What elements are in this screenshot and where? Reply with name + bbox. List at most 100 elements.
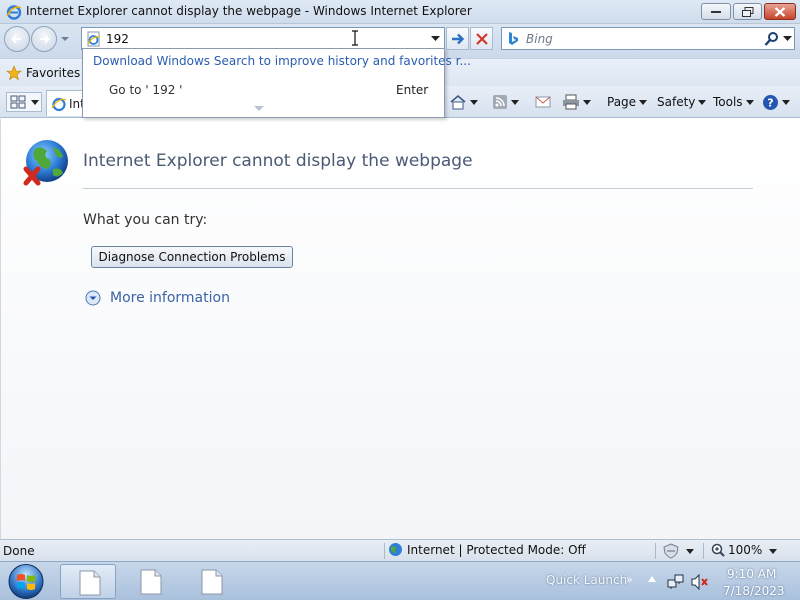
windows-start-orb-icon[interactable] xyxy=(6,563,46,600)
address-input-text[interactable]: 192 xyxy=(106,32,129,46)
home-button[interactable] xyxy=(449,93,478,111)
title-divider xyxy=(83,188,753,189)
privacy-dropdown-icon[interactable] xyxy=(686,549,694,554)
security-zone[interactable]: Internet | Protected Mode: Off xyxy=(388,542,586,557)
home-dropdown-icon[interactable] xyxy=(470,99,478,105)
window-title: Internet Explorer cannot display the web… xyxy=(26,4,472,18)
stop-x-icon xyxy=(476,33,488,45)
internet-zone-globe-icon xyxy=(389,543,402,556)
try-label: What you can try: xyxy=(83,212,208,228)
search-dropdown-icon[interactable] xyxy=(783,36,792,42)
zoom-control[interactable]: 100% xyxy=(711,543,762,557)
quick-tabs-button[interactable] xyxy=(6,92,42,112)
search-magnifier-icon[interactable] xyxy=(764,31,780,47)
safety-dropdown-icon xyxy=(698,99,707,105)
taskbar-item[interactable] xyxy=(183,564,239,599)
page-icon xyxy=(87,31,101,47)
taskbar-item[interactable] xyxy=(122,564,178,599)
zoom-dropdown-icon[interactable] xyxy=(769,549,777,554)
address-dropdown-icon[interactable] xyxy=(431,36,440,42)
globe-error-icon xyxy=(23,140,68,186)
recent-pages-dropdown-icon[interactable] xyxy=(60,34,70,44)
diagnose-connection-button[interactable]: Diagnose Connection Problems xyxy=(91,246,293,268)
more-information-label: More information xyxy=(110,290,230,306)
blank-document-icon xyxy=(140,569,162,595)
status-text: Done xyxy=(3,544,35,558)
print-button[interactable] xyxy=(562,93,591,111)
status-separator xyxy=(655,543,656,559)
quick-launch-chevron[interactable]: » xyxy=(626,573,633,586)
minimize-icon xyxy=(711,10,721,13)
page-content: Internet Explorer cannot display the web… xyxy=(0,119,800,541)
help-button[interactable]: ? xyxy=(762,93,790,111)
clock-date[interactable]: 7/18/2023 xyxy=(723,584,785,598)
expand-chevron-icon xyxy=(85,290,101,306)
page-dropdown-icon xyxy=(639,99,648,105)
maximize-icon xyxy=(741,6,753,17)
safety-menu[interactable]: Safety xyxy=(657,93,707,111)
browser-tab[interactable]: Int xyxy=(46,90,86,116)
quick-launch-toolbar[interactable]: Quick Launch xyxy=(546,573,627,587)
goto-suggestion[interactable]: Go to ' 192 ' xyxy=(109,83,182,97)
address-autocomplete: Download Windows Search to improve histo… xyxy=(82,48,471,118)
help-icon: ? xyxy=(763,94,778,110)
enter-hint: Enter xyxy=(396,83,429,97)
stop-button[interactable] xyxy=(470,27,493,50)
windows-search-suggestion[interactable]: Download Windows Search to improve histo… xyxy=(93,54,471,68)
favorites-button[interactable]: Favorites xyxy=(6,63,80,83)
print-icon xyxy=(563,94,579,110)
svg-text:?: ? xyxy=(767,96,773,109)
safety-menu-label: Safety xyxy=(657,95,696,109)
address-bar[interactable]: 192 xyxy=(81,27,445,50)
back-button[interactable] xyxy=(4,26,30,52)
minimize-button[interactable] xyxy=(701,3,731,20)
close-icon xyxy=(774,6,786,17)
zoom-magnifier-icon xyxy=(711,543,725,557)
network-icon[interactable] xyxy=(667,574,685,590)
page-menu[interactable]: Page xyxy=(607,93,648,111)
zone-label: Internet | Protected Mode: Off xyxy=(407,542,586,557)
search-placeholder[interactable]: Bing xyxy=(526,32,553,46)
more-information-link[interactable]: More information xyxy=(85,290,230,306)
quick-tabs-icon xyxy=(10,95,39,109)
back-arrow-icon xyxy=(11,34,21,44)
ie-page-icon xyxy=(51,97,67,112)
privacy-shield-icon[interactable] xyxy=(662,543,680,559)
error-title: Internet Explorer cannot display the web… xyxy=(83,151,473,171)
favorites-star-icon xyxy=(6,65,22,81)
status-bar: Done Internet | Protected Mode: Off 100% xyxy=(0,539,800,561)
clock-time[interactable]: 9:10 AM xyxy=(727,567,776,581)
ie-logo-icon xyxy=(6,5,22,20)
taskbar: Quick Launch » 9:10 AM 7/18/2023 xyxy=(0,561,800,600)
zoom-level: 100% xyxy=(728,543,763,557)
favorites-label: Favorites xyxy=(26,66,81,80)
show-hidden-icons-icon[interactable] xyxy=(648,576,656,582)
go-arrow-icon xyxy=(452,33,465,45)
status-separator xyxy=(703,543,704,559)
print-dropdown-icon[interactable] xyxy=(583,99,591,105)
forward-button[interactable] xyxy=(31,26,57,52)
close-button[interactable] xyxy=(764,3,796,20)
feeds-dropdown-icon[interactable] xyxy=(511,99,519,105)
status-separator xyxy=(384,543,385,559)
blank-document-icon xyxy=(79,570,101,596)
read-mail-button[interactable] xyxy=(535,93,551,111)
rss-feed-icon xyxy=(493,95,507,109)
maximize-button[interactable] xyxy=(733,3,762,20)
title-bar: Internet Explorer cannot display the web… xyxy=(0,0,800,24)
forward-arrow-icon xyxy=(40,34,50,44)
tools-menu[interactable]: Tools xyxy=(713,93,754,111)
search-box[interactable]: Bing xyxy=(501,27,795,50)
volume-muted-icon[interactable] xyxy=(691,574,709,590)
help-dropdown-icon[interactable] xyxy=(782,99,790,105)
go-button[interactable] xyxy=(446,27,469,50)
bing-logo-icon xyxy=(509,32,518,45)
page-menu-label: Page xyxy=(607,95,637,109)
taskbar-item-active[interactable] xyxy=(60,564,116,599)
feeds-button[interactable] xyxy=(492,93,519,111)
tools-dropdown-icon xyxy=(745,99,754,105)
read-mail-icon xyxy=(535,96,551,108)
text-cursor-icon xyxy=(352,30,358,46)
blank-document-icon xyxy=(201,569,223,595)
expand-suggestions-icon[interactable] xyxy=(254,106,264,112)
